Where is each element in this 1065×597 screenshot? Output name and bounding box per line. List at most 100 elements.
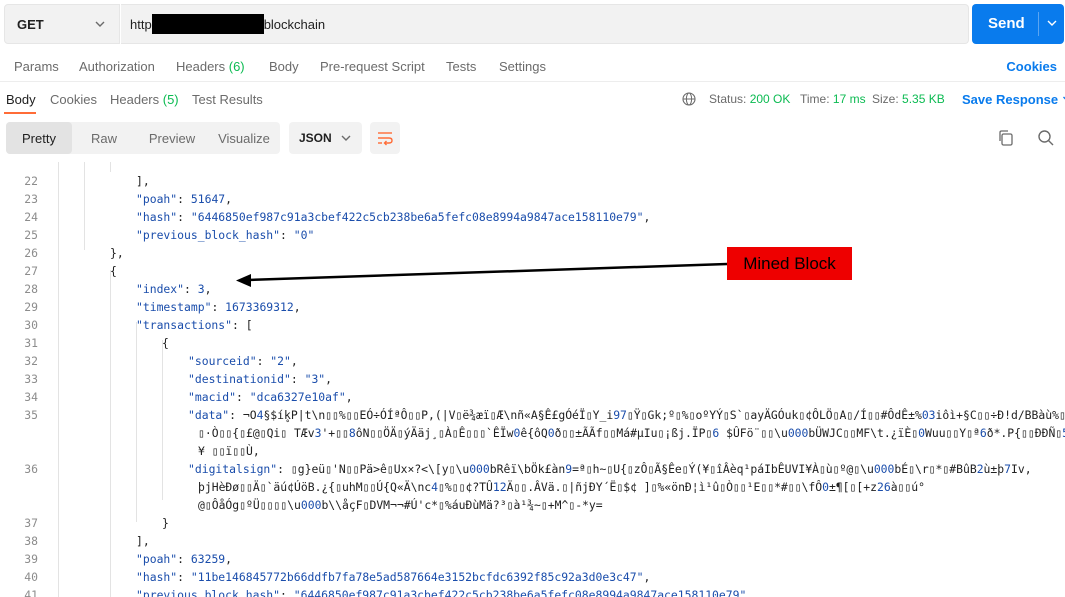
code-text: "data": ¬O4§$ík̥P|t\n▯▯%▯▯EÓ÷ÓÍªÔ▯▯P,(|V… [188,408,1065,422]
code-text: "poah": 63259, [136,552,233,566]
code-line: 40 "hash": "11be146845772b66ddfb7fa78e5ad… [0,568,1065,586]
request-tabs: Params Authorization Headers (6) Body Pr… [0,54,1065,82]
chevron-down-icon[interactable] [1046,17,1058,29]
line-number: 29 [24,300,38,314]
view-mode-pretty[interactable]: Pretty [6,122,72,154]
code-text: "sourceid": "2", [188,354,298,368]
code-line: 36 "digitalsign": ▯g}eü▯'N▯▯Pä>ê▯Ux×?<\[y… [0,460,1065,478]
line-number: 23 [24,192,38,206]
code-text: "timestamp": 1673369312, [136,300,301,314]
response-size[interactable]: Size: 5.35 KB [872,92,945,106]
time-value: 17 ms [832,92,866,106]
annotation-label: Mined Block [727,247,852,280]
wrap-lines-icon [378,132,393,146]
code-text: { [110,264,117,278]
line-number: 32 [24,354,38,368]
code-line: 24 "hash": "6446850ef987c91a3cbef422c5cb2… [0,208,1065,226]
status-code[interactable]: Status: 200 OK [709,92,790,106]
url-prefix: http [130,16,152,32]
view-toolbar: Pretty Raw Preview Visualize JSON [0,118,1065,160]
line-number: 24 [24,210,38,224]
search-icon[interactable] [1036,128,1056,148]
code-line: ¥ ▯▯ï▯▯Ù, [0,442,1065,460]
tab-label: Test Results [192,92,263,107]
chevron-down-icon [95,21,105,27]
code-line: þjHèÐø▯▯Ä▯`äú¢ÚöB.¿{▯uhM▯▯Ú{Q«Ä\nc4▯%▯▯¢… [0,478,1065,496]
line-number: 33 [24,372,38,386]
response-tab-headers[interactable]: Headers (5) [110,92,179,107]
send-divider [1038,12,1039,36]
tab-pre-request-script[interactable]: Pre-request Script [320,59,425,74]
code-text: @▯ÔåÓg▯ºÜ▯▯▯▯\u000b\\åçF▯DVM¬¬#Ú'c*▯%áuÐ… [198,498,603,512]
line-number: 38 [24,534,38,548]
response-tab-test-results[interactable]: Test Results [192,92,263,107]
code-text: }, [110,246,124,260]
line-number: 36 [24,462,38,476]
copy-icon[interactable] [996,128,1016,148]
line-number: 39 [24,552,38,566]
response-body-editor[interactable]: 22], 23 "poah": 51647, 24 "hash": "6446850ef… [0,162,1065,597]
tab-tests[interactable]: Tests [446,59,476,74]
save-response-label: Save Response [962,92,1059,107]
format-select[interactable]: JSON [289,122,362,154]
code-line: 31 { [0,334,1065,352]
code-text: ¥ ▯▯ï▯▯Ù, [198,444,260,458]
code-text: "macid": "dca6327e10af", [188,390,353,404]
tab-params[interactable]: Params [14,59,59,74]
response-tabs: Body Cookies Headers (5) Test Results St… [0,87,1065,115]
url-redaction [151,14,264,34]
tab-headers[interactable]: Headers (6) [176,59,245,74]
code-line: 37} [0,514,1065,532]
tab-label: Cookies [50,92,97,107]
tab-count: (6) [228,59,245,74]
send-button[interactable]: Send [972,4,1064,44]
size-value: 5.35 KB [902,92,945,106]
code-text: "digitalsign": ▯g}eü▯'N▯▯Pä>ê▯Ux×?<\[y▯\… [188,462,1032,476]
response-tab-cookies[interactable]: Cookies [50,92,97,107]
tab-label: Headers [110,92,163,107]
code-line: @▯ÔåÓg▯ºÜ▯▯▯▯\u000b\\åçF▯DVM¬¬#Ú'c*▯%áuÐ… [0,496,1065,514]
line-number: 37 [24,516,38,530]
response-tab-body[interactable]: Body [6,92,36,107]
code-line: 27 { [0,262,1065,280]
view-mode-visualize[interactable]: Visualize [208,122,280,154]
url-input[interactable]: http blockchain [121,4,969,44]
code-line: 22], [0,172,1065,190]
globe-icon[interactable] [682,92,696,106]
url-suffix: blockchain [263,16,326,32]
tab-settings[interactable]: Settings [499,59,546,74]
wrap-lines-button[interactable] [370,122,400,154]
method-select[interactable]: GET [4,4,120,44]
view-mode-raw[interactable]: Raw [72,122,136,154]
response-time[interactable]: Time: 17 ms [800,92,866,106]
save-response-button[interactable]: Save Response [962,92,1065,107]
code-line: 33 "destinationid": "3", [0,370,1065,388]
code-text: "index": 3, [136,282,212,296]
tab-body[interactable]: Body [269,59,299,74]
tab-label: Body [269,59,299,74]
code-line: 25 "previous_block_hash": "0" [0,226,1065,244]
tab-label: Pre-request Script [320,59,425,74]
active-tab-indicator [4,112,36,114]
view-mode-preview[interactable]: Preview [136,122,208,154]
cookies-link[interactable]: Cookies [1006,59,1057,74]
code-line: 23 "poah": 51647, [0,190,1065,208]
line-number: 35 [24,408,38,422]
code-text: "hash": "11be146845772b66ddfb7fa78e5ad58… [136,570,651,584]
code-line: 29 "timestamp": 1673369312, [0,298,1065,316]
status-label: Status: [709,92,750,106]
tab-label: Authorization [79,59,155,74]
tab-label: Settings [499,59,546,74]
code-text: ], [136,174,150,188]
code-line: 35 "data": ¬O4§$ík̥P|t\n▯▯%▯▯EÓ÷ÓÍªÔ▯▯P,(… [0,406,1065,424]
status-value: 200 OK [749,92,791,106]
tab-label: Params [14,59,59,74]
code-text: "previous_block_hash": "6446850ef987c91a… [136,588,747,597]
code-line: ▯·Ò▯▯{▯£@▯Qi▯ TÆv3'+▯▯8ôN▯▯ÖÄ▯ýÄäj¸▯À▯Ê▯… [0,424,1065,442]
line-number: 34 [24,390,38,404]
line-number: 25 [24,228,38,242]
code-text: "poah": 51647, [136,192,233,206]
line-number: 28 [24,282,38,296]
tab-authorization[interactable]: Authorization [79,59,155,74]
code-line: 26}, [0,244,1065,262]
